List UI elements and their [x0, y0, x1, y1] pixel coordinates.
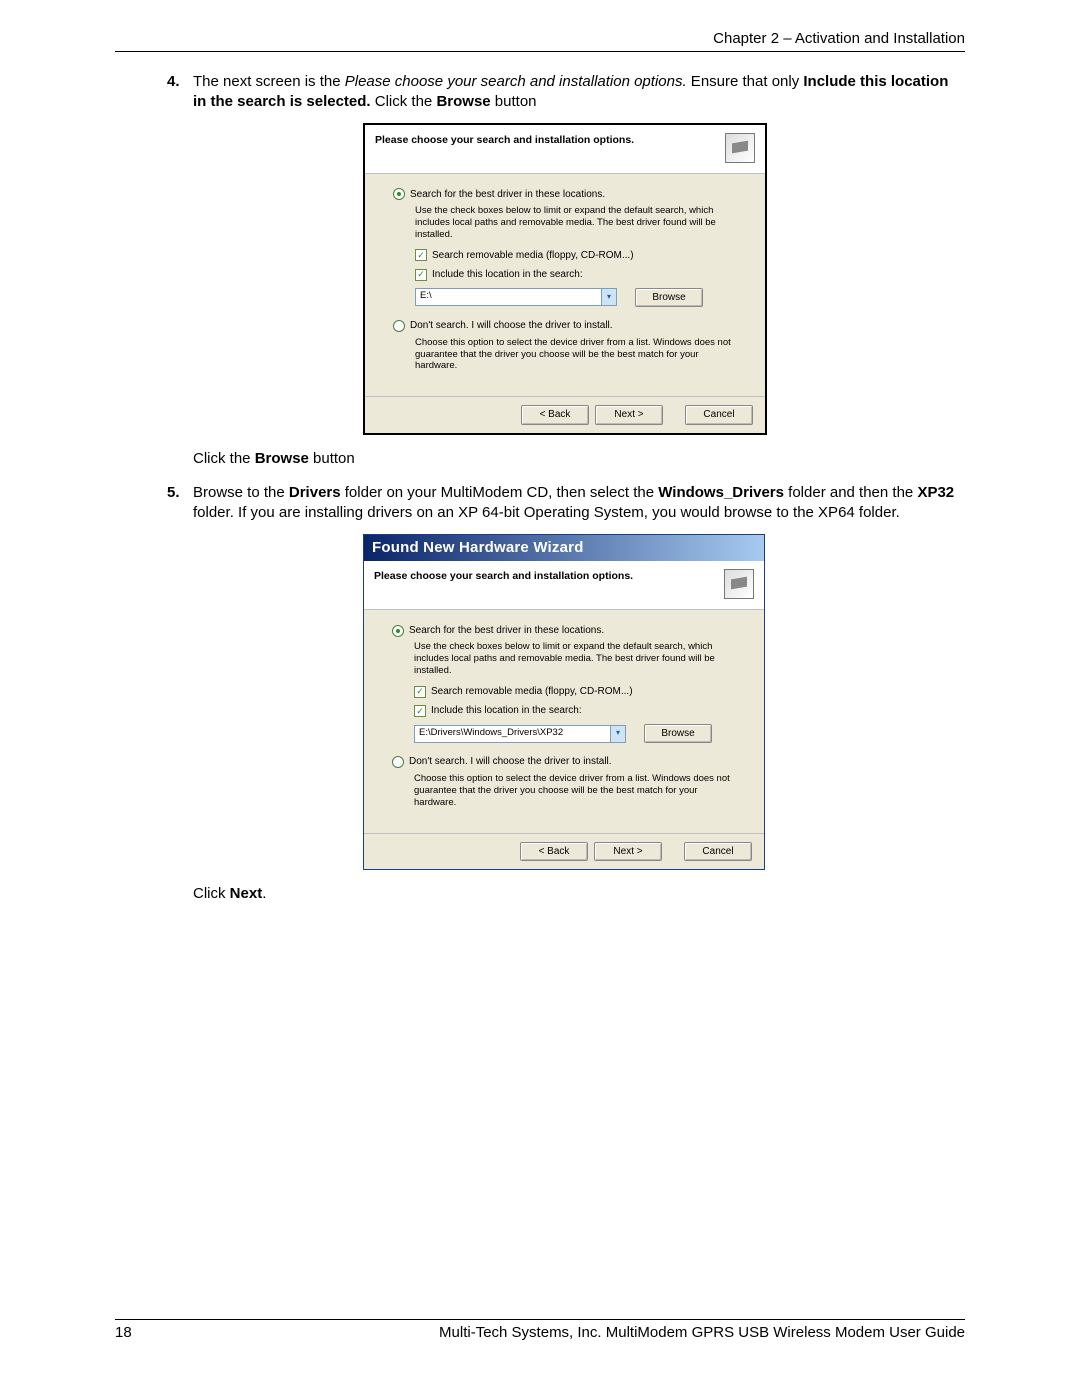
browse-button-2[interactable]: Browse — [644, 724, 712, 744]
checkbox-include-location-2[interactable]: ✓ — [414, 705, 426, 717]
wizard-icon — [724, 569, 754, 599]
end-note-t3: . — [262, 885, 266, 902]
radio-search-best-label: Search for the best driver in these loca… — [410, 188, 605, 202]
footer-product: Multi-Tech Systems, Inc. MultiModem GPRS… — [439, 1324, 965, 1341]
mid-note-browse: Browse — [255, 450, 309, 467]
mid-note-t1: Click the — [193, 450, 255, 467]
step5-t7: folder. If you are installing drivers on… — [193, 504, 900, 521]
end-note-t1: Click — [193, 885, 230, 902]
step4-t6: Browse — [436, 93, 490, 110]
back-button-2[interactable]: < Back — [520, 842, 588, 862]
step5-t3: folder on your MultiModem CD, then selec… — [341, 484, 659, 501]
next-button[interactable]: Next > — [595, 405, 663, 425]
step5-drivers: Drivers — [289, 484, 341, 501]
step5-t5: folder and then the — [784, 484, 917, 501]
cancel-button[interactable]: Cancel — [685, 405, 753, 425]
step4-title-italic: Please choose your search and installati… — [345, 73, 687, 90]
chevron-down-icon[interactable]: ▾ — [610, 726, 625, 742]
step4-t7: button — [491, 93, 537, 110]
path-combo[interactable]: E:\ ▾ — [415, 288, 617, 306]
step-4-number: 4. — [167, 72, 180, 92]
wizard2-banner-text: Please choose your search and installati… — [374, 569, 633, 583]
wizard1-desc2: Choose this option to select the device … — [415, 337, 737, 373]
radio-search-best-2-label: Search for the best driver in these loca… — [409, 624, 604, 638]
step4-t5: Click the — [371, 93, 437, 110]
checkbox-include-location-label: Include this location in the search: — [432, 268, 583, 282]
step5-windows-drivers: Windows_Drivers — [658, 484, 784, 501]
wizard1-banner: Please choose your search and installati… — [365, 125, 765, 174]
checkbox-removable-media-2-label: Search removable media (floppy, CD-ROM..… — [431, 685, 633, 699]
step-5: 5. Browse to the Drivers folder on your … — [115, 483, 965, 904]
path-combo-2-text: E:\Drivers\Windows_Drivers\XP32 — [415, 726, 610, 742]
step-4: 4. The next screen is the Please choose … — [115, 72, 965, 469]
next-button-2[interactable]: Next > — [594, 842, 662, 862]
checkbox-removable-media-2[interactable]: ✓ — [414, 686, 426, 698]
wizard1-banner-text: Please choose your search and installati… — [375, 133, 634, 147]
step5-t1: Browse to the — [193, 484, 289, 501]
wizard-icon — [725, 133, 755, 163]
wizard-1: Please choose your search and installati… — [363, 123, 767, 435]
checkbox-include-location-2-label: Include this location in the search: — [431, 704, 582, 718]
wizard1-desc1: Use the check boxes below to limit or ex… — [415, 205, 737, 241]
radio-dont-search-2-label: Don't search. I will choose the driver t… — [409, 755, 612, 769]
wizard2-desc1: Use the check boxes below to limit or ex… — [414, 641, 736, 677]
back-button[interactable]: < Back — [521, 405, 589, 425]
page-number: 18 — [115, 1324, 132, 1341]
mid-note-t3: button — [309, 450, 355, 467]
checkbox-include-location[interactable]: ✓ — [415, 269, 427, 281]
step5-xp32: XP32 — [917, 484, 954, 501]
path-combo-text: E:\ — [416, 289, 601, 305]
wizard-2: Found New Hardware Wizard Please choose … — [363, 534, 765, 871]
step4-t1: The next screen is the — [193, 73, 345, 90]
page-footer: 18 Multi-Tech Systems, Inc. MultiModem G… — [115, 1319, 965, 1341]
wizard2-titlebar: Found New Hardware Wizard — [364, 535, 764, 561]
checkbox-removable-media-label: Search removable media (floppy, CD-ROM..… — [432, 249, 634, 263]
checkbox-removable-media[interactable]: ✓ — [415, 249, 427, 261]
chevron-down-icon[interactable]: ▾ — [601, 289, 616, 305]
path-combo-2[interactable]: E:\Drivers\Windows_Drivers\XP32 ▾ — [414, 725, 626, 743]
chapter-header: Chapter 2 – Activation and Installation — [115, 30, 965, 52]
browse-button[interactable]: Browse — [635, 288, 703, 308]
wizard2-banner: Please choose your search and installati… — [364, 561, 764, 610]
radio-dont-search[interactable] — [393, 320, 405, 332]
end-note-next: Next — [230, 885, 263, 902]
radio-dont-search-label: Don't search. I will choose the driver t… — [410, 319, 613, 333]
radio-search-best[interactable] — [393, 188, 405, 200]
wizard2-desc2: Choose this option to select the device … — [414, 773, 736, 809]
radio-search-best-2[interactable] — [392, 625, 404, 637]
step-5-number: 5. — [167, 483, 180, 503]
step4-t3: Ensure that only — [687, 73, 804, 90]
cancel-button-2[interactable]: Cancel — [684, 842, 752, 862]
radio-dont-search-2[interactable] — [392, 756, 404, 768]
